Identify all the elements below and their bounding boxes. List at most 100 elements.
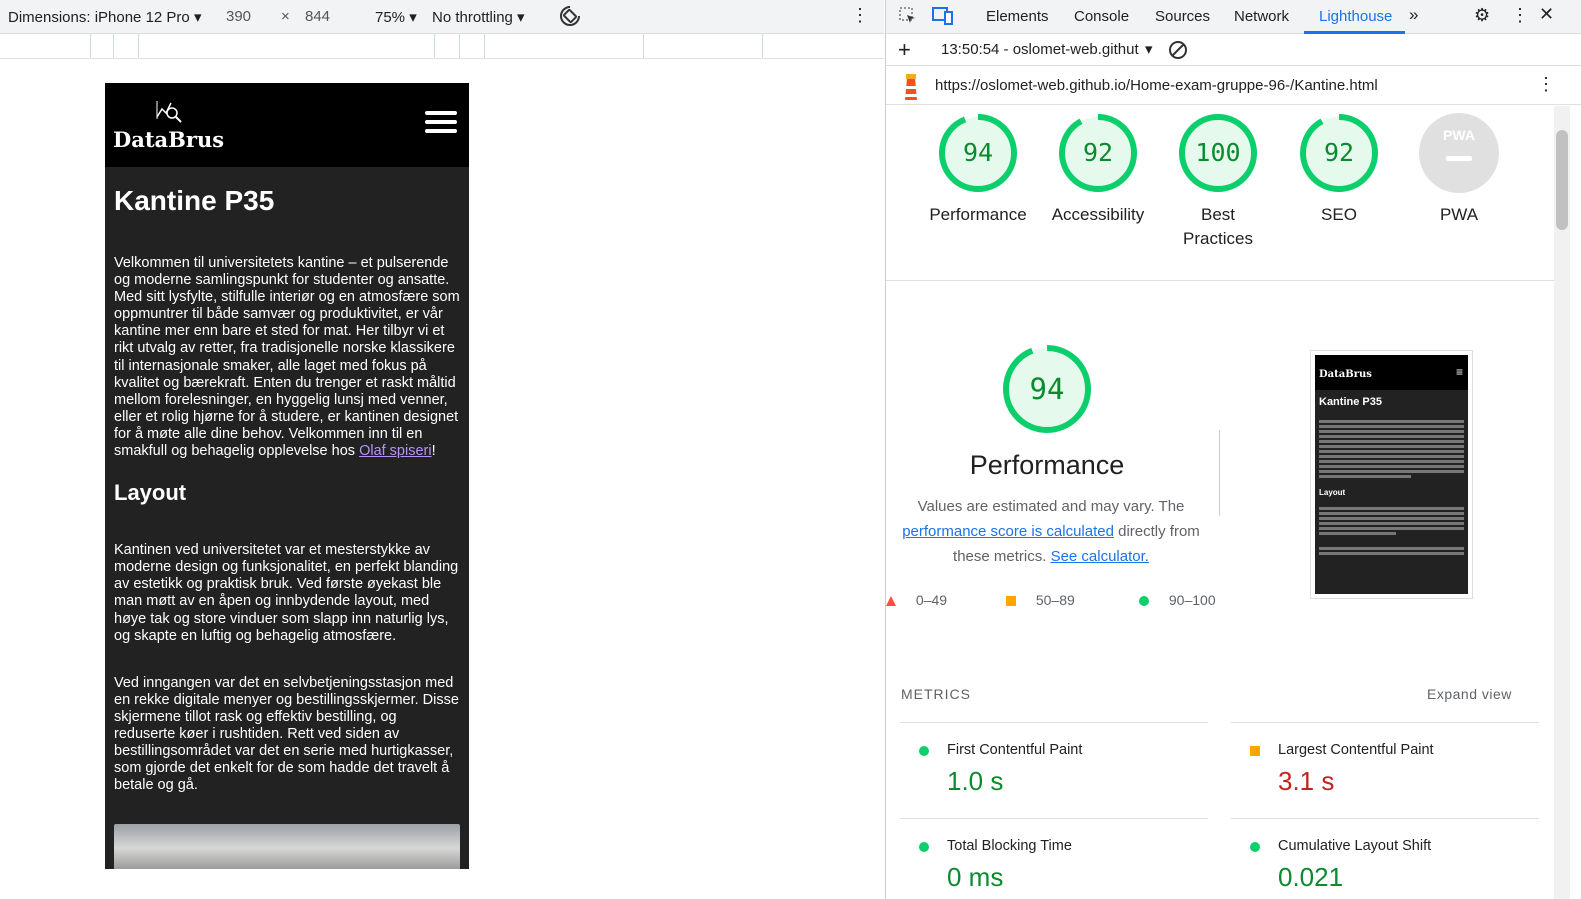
layout-heading: Layout [114,480,187,506]
gauge-pwa[interactable]: PWA PWA [1404,113,1514,227]
more-options-icon[interactable]: ⋮ [1511,5,1529,26]
pass-circle-icon [919,746,929,756]
device-select-label: Dimensions: iPhone 12 Pro [8,9,190,26]
report-url[interactable]: https://oslomet-web.github.io/Home-exam-… [935,77,1378,94]
performance-title: Performance [969,450,1125,480]
lighthouse-toolbar: + 13:50:54 - oslomet-web.githut ▾ [886,34,1581,66]
score-ring: 92 [1299,113,1379,193]
tab-network[interactable]: Network [1234,8,1289,25]
inspect-element-icon[interactable] [898,6,918,30]
canteen-photo [114,824,460,869]
metric-value: 3.1 s [1278,766,1335,796]
performance-score: 94 [1029,372,1065,406]
close-icon[interactable]: ✕ [1539,4,1554,25]
scrollbar[interactable] [1554,106,1570,899]
tab-elements[interactable]: Elements [986,8,1049,25]
circle-icon [1139,596,1149,606]
olaf-spiseri-link[interactable]: Olaf spiseri [359,443,432,459]
chevron-down-icon[interactable]: ▾ [1145,40,1153,58]
metric-name: Cumulative Layout Shift [1278,838,1432,854]
device-viewport-pane: Dimensions: iPhone 12 Pro ▾ 390 × 844 75… [0,0,884,899]
legend-label: 0–49 [915,592,948,608]
tab-sources[interactable]: Sources [1155,8,1210,25]
legend-pass: 90–100 [1139,592,1216,608]
score-value: 100 [1195,138,1241,167]
devtools-tabbar: Elements Console Sources Network Lightho… [886,0,1581,34]
chevron-down-icon: ▾ [409,9,417,26]
score-ring: 94 [938,113,1018,193]
zoom-label: 75% [375,9,406,26]
device-toolbar-icon[interactable] [932,6,954,30]
score-label: Performance [929,205,1027,224]
section-divider [886,280,1554,281]
thumbnail-subtitle: Layout [1319,488,1346,497]
rotate-icon[interactable] [558,4,582,32]
thumbnail-text-block [1315,420,1468,478]
legend-label: 50–89 [1035,592,1075,608]
score-value: 92 [1323,138,1355,167]
thumbnail-logo: DataBrus [1319,369,1372,380]
score-label: SEO [1321,205,1357,224]
average-square-icon [1250,746,1260,756]
more-tabs-icon[interactable]: » [1409,5,1418,25]
device-select[interactable]: Dimensions: iPhone 12 Pro ▾ [8,8,201,26]
score-calculated-link[interactable]: performance score is calculated [902,523,1114,540]
final-screenshot-thumbnail[interactable]: DataBrus ≡ Kantine P35 Layout [1310,350,1473,599]
devtools-panel: Elements Console Sources Network Lightho… [885,0,1581,899]
layout-paragraph-2: Ved inngangen var det en selvbetjeningss… [114,674,459,794]
zoom-select[interactable]: 75% ▾ [375,8,417,26]
site-logo[interactable]: DataBrus [113,127,224,152]
report-select[interactable]: 13:50:54 - oslomet-web.githut [941,41,1146,58]
score-value: 94 [962,138,994,167]
hamburger-menu-icon[interactable] [425,111,457,137]
height-input[interactable]: 844 [305,8,330,25]
score-label: Best Practices [1183,205,1253,248]
score-ring: 92 [1058,113,1138,193]
metric-fcp: First Contentful Paint 1.0 s [900,722,1208,818]
gear-icon[interactable]: ⚙ [1474,5,1490,26]
score-ring: 100 [1178,113,1258,193]
page-title: Kantine P35 [114,185,275,216]
metric-value: 0.021 [1278,862,1344,892]
page-content: Kantine P35 Velkommen til universitetets… [105,167,469,869]
throttling-label: No throttling [432,9,513,26]
pwa-badge-icon: PWA [1419,113,1499,193]
clear-icon[interactable] [1168,40,1188,64]
tab-console[interactable]: Console [1074,8,1129,25]
report-url-bar: https://oslomet-web.github.io/Home-exam-… [886,67,1581,105]
performance-description: Values are estimated and may vary. The p… [884,494,1218,569]
vertical-divider [1219,430,1220,516]
expand-view-button[interactable]: Expand view [1427,686,1512,702]
chart-search-icon[interactable] [155,99,183,130]
metric-value: 1.0 s [947,766,1004,796]
performance-gauge-large: 94 [1002,344,1092,434]
square-icon [1006,596,1016,606]
gauge-best-practices[interactable]: 100 Best Practices [1163,113,1273,251]
see-calculator-link[interactable]: See calculator. [1051,548,1149,565]
gauge-seo[interactable]: 92 SEO [1284,113,1394,227]
throttling-select[interactable]: No throttling ▾ [432,8,525,26]
gauge-performance[interactable]: 94 Performance [923,113,1033,227]
gauge-accessibility[interactable]: 92 Accessibility [1043,113,1153,227]
plus-icon[interactable]: + [898,37,911,63]
width-input[interactable]: 390 [226,8,251,25]
chevron-down-icon: ▾ [193,9,202,26]
thumbnail-page: DataBrus ≡ Kantine P35 Layout [1315,355,1468,594]
legend-fail: 0–49 [886,592,947,608]
metric-name: Total Blocking Time [947,838,1072,854]
metric-value: 0 ms [947,862,1004,892]
intro-paragraph: Velkommen til universitetets kantine – e… [114,255,460,460]
tab-lighthouse[interactable]: Lighthouse [1319,8,1392,25]
device-toolbar: Dimensions: iPhone 12 Pro ▾ 390 × 844 75… [0,0,884,34]
times-icon: × [281,8,290,25]
thumbnail-title: Kantine P35 [1319,396,1382,408]
perf-desc-text: Values are estimated and may vary. The [917,498,1185,515]
more-options-icon[interactable]: ⋮ [1537,74,1555,95]
media-query-ruler [0,34,884,59]
metrics-heading: METRICS [901,686,971,702]
score-label: Accessibility [1051,205,1145,224]
more-options-icon[interactable]: ⋮ [851,5,869,26]
thumbnail-header: DataBrus ≡ [1315,355,1468,390]
legend-label: 90–100 [1168,592,1216,608]
scrollbar-thumb[interactable] [1556,130,1568,230]
